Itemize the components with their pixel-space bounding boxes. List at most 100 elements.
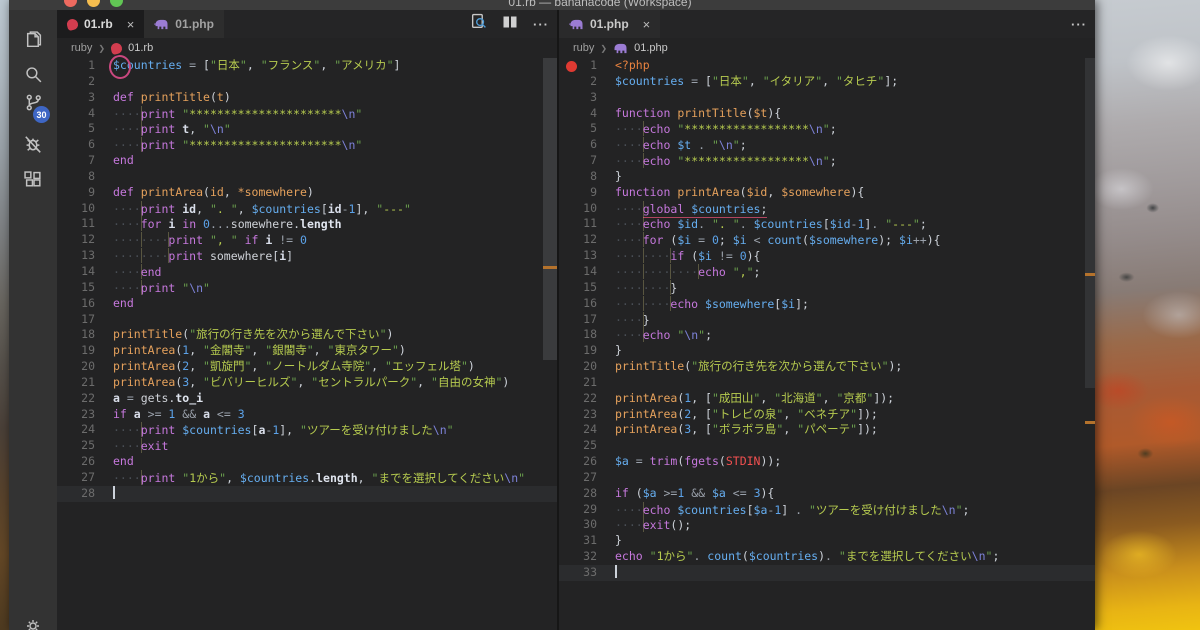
code-line[interactable]: 17····} (559, 312, 1095, 328)
tab-01php-right[interactable]: 01.php × (559, 10, 661, 38)
line-number[interactable]: 9 (57, 185, 95, 201)
line-number[interactable]: 15 (559, 280, 597, 296)
code-line[interactable]: 11····echo $id. ". ". $countries[$id-1].… (559, 216, 1095, 232)
code-line[interactable]: 12····for ($i = 0; $i < count($somewhere… (559, 232, 1095, 248)
code-line[interactable]: 31} (559, 533, 1095, 549)
code-line[interactable]: 15····print "\n" (57, 280, 557, 296)
extensions-icon[interactable] (21, 168, 45, 192)
code-line[interactable]: 32echo "1から". count($countries). "までを選択し… (559, 549, 1095, 565)
line-number[interactable]: 28 (559, 486, 597, 502)
code-line[interactable]: 21 (559, 375, 1095, 391)
code-line[interactable]: 16········echo $somewhere[$i]; (559, 296, 1095, 312)
line-number[interactable]: 25 (559, 438, 597, 454)
code-line[interactable]: 2$countries = ["日本", "イタリア", "タヒチ"]; (559, 74, 1095, 90)
code-line[interactable]: 3def printTitle(t) (57, 90, 557, 106)
line-number[interactable]: 18 (559, 327, 597, 343)
code-line[interactable]: 13········if ($i != 0){ (559, 248, 1095, 264)
line-number[interactable]: 14 (57, 264, 95, 280)
more-actions-icon[interactable]: ··· (533, 17, 549, 32)
close-icon[interactable]: × (643, 17, 651, 32)
code-line[interactable]: 12········print ", " if i != 0 (57, 232, 557, 248)
code-line[interactable]: 9function printArea($id, $somewhere){ (559, 185, 1095, 201)
line-number[interactable]: 18 (57, 327, 95, 343)
line-number[interactable]: 32 (559, 549, 597, 565)
code-line[interactable]: 1<?php (559, 58, 1095, 74)
line-number[interactable]: 16 (57, 296, 95, 312)
code-line[interactable]: 6····echo $t . "\n"; (559, 137, 1095, 153)
code-line[interactable]: 10····print id, ". ", $countries[id-1], … (57, 201, 557, 217)
line-number[interactable]: 5 (559, 121, 597, 137)
breakpoint-icon[interactable] (566, 61, 577, 72)
code-line[interactable]: 5····print t, "\n" (57, 121, 557, 137)
line-number[interactable]: 22 (559, 391, 597, 407)
tab-01php-left[interactable]: 01.php (144, 10, 225, 38)
more-actions-icon[interactable]: ··· (1071, 17, 1087, 32)
line-number[interactable]: 7 (559, 153, 597, 169)
code-line[interactable]: 10····global $countries; (559, 201, 1095, 217)
code-line[interactable]: 7····echo "******************\n"; (559, 153, 1095, 169)
code-line[interactable]: 27 (559, 470, 1095, 486)
line-number[interactable]: 29 (559, 502, 597, 518)
line-number[interactable]: 10 (57, 201, 95, 217)
breadcrumb-file[interactable]: 01.rb (128, 42, 153, 54)
code-line[interactable]: 7end (57, 153, 557, 169)
code-line[interactable]: 16end (57, 296, 557, 312)
code-line[interactable]: 8} (559, 169, 1095, 185)
line-number[interactable]: 9 (559, 185, 597, 201)
line-number[interactable]: 7 (57, 153, 95, 169)
code-line[interactable]: 33 (559, 565, 1095, 581)
code-line[interactable]: 5····echo "******************\n"; (559, 121, 1095, 137)
code-line[interactable]: 18printTitle("旅行の行き先を次から選んで下さい") (57, 327, 557, 343)
breadcrumb-file[interactable]: 01.php (634, 42, 668, 54)
code-line[interactable]: 22a = gets.to_i (57, 391, 557, 407)
code-line[interactable]: 27····print "1から", $countries.length, "ま… (57, 470, 557, 486)
file-search-icon[interactable] (470, 13, 487, 35)
code-line[interactable]: 28 (57, 486, 557, 502)
code-line[interactable]: 14····end (57, 264, 557, 280)
php-code-editor[interactable]: 1<?php2$countries = ["日本", "イタリア", "タヒチ"… (559, 58, 1095, 630)
line-number[interactable]: 10 (559, 201, 597, 217)
line-number[interactable]: 27 (559, 470, 597, 486)
minimize-window-button[interactable] (87, 0, 100, 7)
line-number[interactable]: 17 (559, 312, 597, 328)
code-line[interactable]: 20printTitle("旅行の行き先を次から選んで下さい"); (559, 359, 1095, 375)
line-number[interactable]: 20 (559, 359, 597, 375)
code-line[interactable]: 8 (57, 169, 557, 185)
close-icon[interactable]: × (127, 17, 135, 32)
code-line[interactable]: 21printArea(3, "ビバリーヒルズ", "セントラルパーク", "自… (57, 375, 557, 391)
code-line[interactable]: 23if a >= 1 && a <= 3 (57, 407, 557, 423)
line-number[interactable]: 11 (559, 216, 597, 232)
code-line[interactable]: 26$a = trim(fgets(STDIN)); (559, 454, 1095, 470)
left-breadcrumb[interactable]: ruby ❯ 01.rb (57, 38, 557, 58)
line-number[interactable]: 31 (559, 533, 597, 549)
line-number[interactable]: 11 (57, 216, 95, 232)
code-line[interactable]: 20printArea(2, "凱旋門", "ノートルダム寺院", "エッフェル… (57, 359, 557, 375)
line-number[interactable]: 27 (57, 470, 95, 486)
line-number[interactable]: 13 (559, 248, 597, 264)
line-number[interactable]: 21 (57, 375, 95, 391)
code-line[interactable]: 22printArea(1, ["成田山", "北海道", "京都"]); (559, 391, 1095, 407)
line-number[interactable]: 23 (559, 407, 597, 423)
code-line[interactable]: 19printArea(1, "金閣寺", "銀閣寺", "東京タワー") (57, 343, 557, 359)
line-number[interactable]: 19 (559, 343, 597, 359)
right-breadcrumb[interactable]: ruby ❯ 01.php (559, 38, 1095, 58)
line-number[interactable]: 25 (57, 438, 95, 454)
close-window-button[interactable] (64, 0, 77, 7)
code-line[interactable]: 4····print "**********************\n" (57, 106, 557, 122)
line-number[interactable]: 23 (57, 407, 95, 423)
line-number[interactable]: 1 (57, 58, 95, 74)
line-number[interactable]: 4 (559, 106, 597, 122)
code-line[interactable]: 15········} (559, 280, 1095, 296)
line-number[interactable]: 33 (559, 565, 597, 581)
code-line[interactable]: 30····exit(); (559, 517, 1095, 533)
line-number[interactable]: 12 (57, 232, 95, 248)
line-number[interactable]: 15 (57, 280, 95, 296)
left-scrollbar-thumb[interactable] (543, 58, 557, 360)
code-line[interactable]: 26end (57, 454, 557, 470)
zoom-window-button[interactable] (110, 0, 123, 7)
line-number[interactable]: 26 (559, 454, 597, 470)
code-line[interactable]: 1$countries = ["日本", "フランス", "アメリカ"] (57, 58, 557, 74)
code-line[interactable]: 11····for i in 0...somewhere.length (57, 216, 557, 232)
code-line[interactable]: 25····exit (57, 438, 557, 454)
line-number[interactable]: 3 (559, 90, 597, 106)
